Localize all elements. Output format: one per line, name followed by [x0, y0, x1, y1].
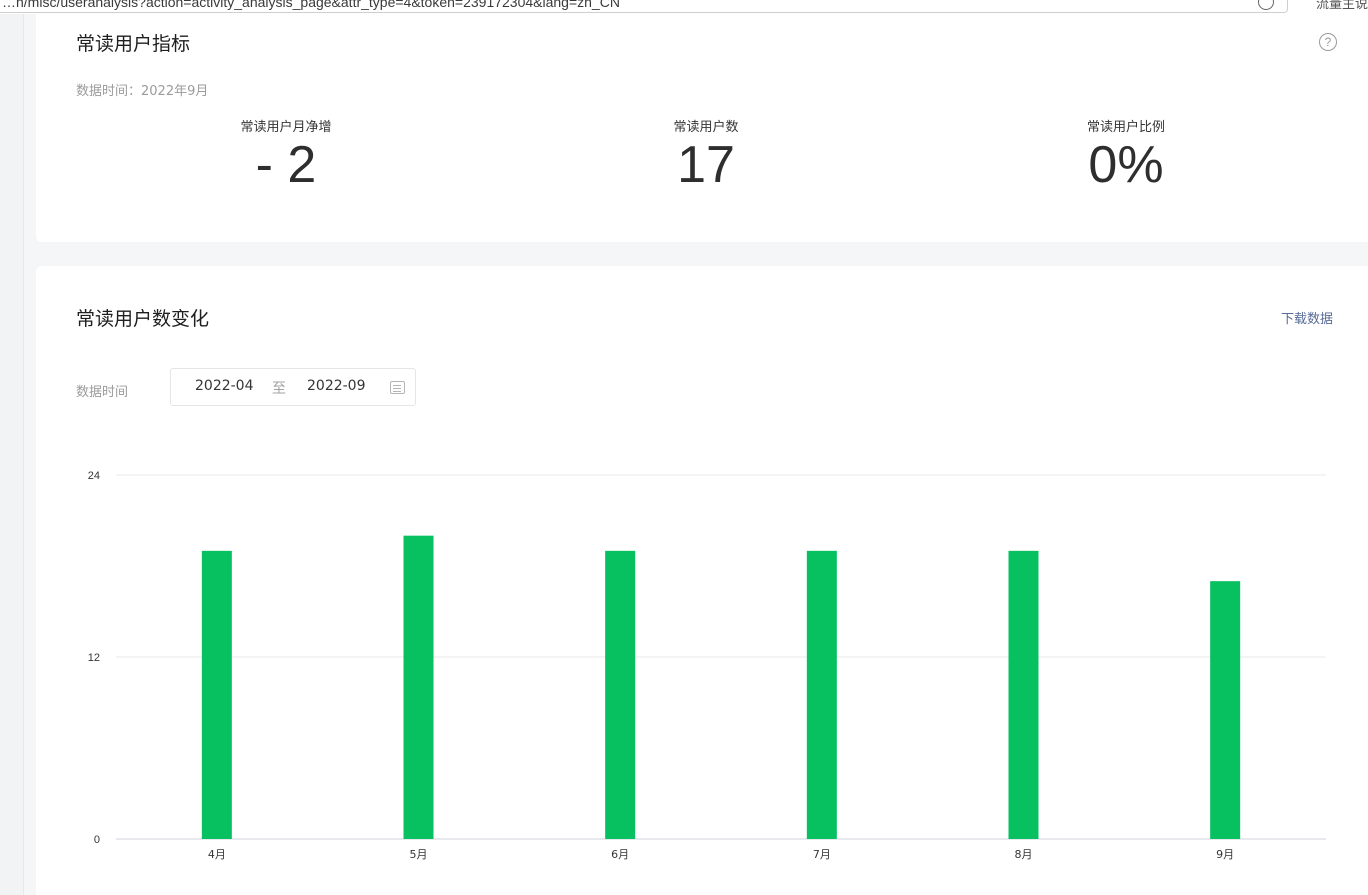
regular-reader-metrics-card: 常读用户指标 ? 数据时间：2022年9月 常读用户月净增 - 2 常读用户数 … [36, 14, 1368, 242]
bar [1008, 550, 1039, 839]
y-tick-label: 24 [88, 470, 100, 482]
url-text: …n/misc/useranalysis?action=activity_ana… [2, 0, 620, 10]
x-tick-label: 5月 [410, 848, 428, 861]
x-tick-label: 8月 [1015, 848, 1033, 861]
metric-label: 常读用户数 [673, 120, 739, 135]
bar [806, 550, 837, 839]
metrics-data-time: 数据时间：2022年9月 [76, 84, 209, 99]
metric-value: - 2 [255, 136, 317, 194]
x-tick-label: 4月 [208, 848, 226, 861]
y-tick-label: 0 [94, 834, 100, 846]
regular-reader-bar-chart: 0 12 24 4月 5月 6月 7月 8月 9月 [88, 470, 1326, 861]
regular-reader-trend-card: 常读用户数变化 下载数据 数据时间 2022-04 至 2022-09 0 12 2… [36, 266, 1368, 895]
x-tick-label: 6月 [611, 848, 629, 861]
metric-regular-reader-ratio: 常读用户比例 0% [976, 116, 1276, 193]
left-sidebar [0, 14, 24, 895]
y-tick-label: 12 [88, 652, 100, 664]
browser-address-bar: …n/misc/useranalysis?action=activity_ana… [0, 0, 1368, 14]
metric-monthly-net-growth: 常读用户月净增 - 2 [136, 116, 436, 193]
bar [201, 550, 232, 839]
metric-regular-reader-count: 常读用户数 17 [556, 116, 856, 193]
x-tick-label: 7月 [813, 848, 831, 861]
x-tick-label: 9月 [1216, 848, 1234, 861]
metric-value: 17 [677, 136, 735, 194]
metric-label: 常读用户月净增 [240, 120, 332, 135]
metrics-card-title: 常读用户指标 [76, 33, 191, 55]
metric-label: 常读用户比例 [1086, 120, 1165, 135]
extension-label[interactable]: 流量主说 [1316, 0, 1368, 12]
url-field[interactable]: …n/misc/useranalysis?action=activity_ana… [0, 0, 1288, 13]
bar [1210, 581, 1241, 839]
metric-value: 0% [1088, 136, 1164, 194]
bar [605, 550, 636, 839]
bar [403, 535, 434, 839]
question-circle-icon[interactable]: ? [1319, 33, 1337, 51]
